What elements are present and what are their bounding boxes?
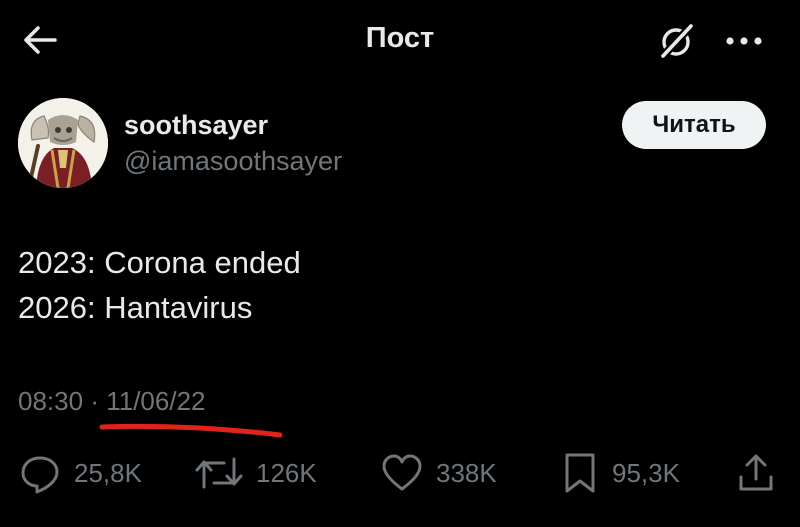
post-time: 08:30 bbox=[18, 386, 84, 416]
repost-count: 126K bbox=[256, 457, 317, 488]
grok-button[interactable] bbox=[655, 20, 699, 62]
repost-button[interactable]: 126K bbox=[194, 448, 317, 498]
heart-icon bbox=[380, 451, 424, 495]
avatar[interactable] bbox=[18, 98, 108, 188]
post-line: 2023: Corona ended bbox=[18, 245, 301, 280]
post-line: 2026: Hantavirus bbox=[18, 290, 253, 325]
more-button[interactable] bbox=[720, 20, 768, 62]
author-display-name[interactable]: soothsayer bbox=[124, 110, 268, 141]
share-button[interactable] bbox=[736, 448, 776, 498]
post-date[interactable]: 11/06/22 bbox=[106, 386, 205, 416]
more-horizontal-icon bbox=[724, 35, 764, 47]
bookmark-button[interactable]: 95,3K bbox=[560, 448, 680, 498]
like-button[interactable]: 338K bbox=[380, 448, 497, 498]
reply-button[interactable]: 25,8K bbox=[18, 448, 142, 498]
like-count: 338K bbox=[436, 457, 497, 488]
top-bar: Пост bbox=[0, 0, 800, 80]
meta-separator: · bbox=[90, 386, 99, 416]
author-handle: @iamasoothsayer bbox=[124, 146, 343, 176]
action-bar: 25,8K 126K 338K 95,3K bbox=[0, 448, 800, 498]
post-timestamp: 08:30 · 11/06/22 bbox=[18, 386, 206, 417]
bookmark-count: 95,3K bbox=[612, 457, 680, 488]
grok-icon bbox=[657, 21, 697, 61]
post-text: 2023: Corona ended 2026: Hantavirus bbox=[18, 240, 301, 330]
repost-icon bbox=[194, 451, 244, 495]
reply-count: 25,8K bbox=[74, 457, 142, 488]
bookmark-icon bbox=[560, 451, 600, 495]
follow-button[interactable]: Читать bbox=[622, 101, 766, 149]
red-underline-annotation bbox=[99, 423, 283, 438]
share-icon bbox=[736, 451, 776, 495]
reply-icon bbox=[18, 451, 62, 495]
